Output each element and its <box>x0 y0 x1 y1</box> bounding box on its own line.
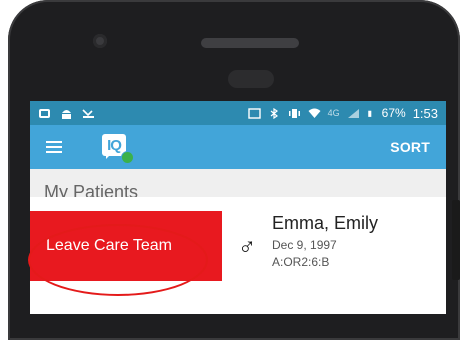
signal-icon <box>347 108 359 118</box>
patient-name: Emma, Emily <box>272 213 379 233</box>
notification-icon <box>39 108 50 118</box>
status-bar: 4G 67% 1:53 <box>30 101 446 125</box>
bluetooth-icon <box>270 107 278 119</box>
phone-screen: 4G 67% 1:53 IQ SORT My Patients Leave Ca… <box>30 101 446 314</box>
male-icon: ♂ <box>238 233 256 260</box>
battery-icon <box>367 110 371 117</box>
app-bar: IQ SORT <box>30 125 446 169</box>
proximity-sensor <box>228 70 274 88</box>
sort-button[interactable]: SORT <box>390 139 430 155</box>
app-logo: IQ <box>102 134 134 164</box>
battery-percent: 67% <box>381 106 406 120</box>
patient-list-item[interactable]: Leave Care Team ♂ Emma, Emily Dec 9, 199… <box>30 197 446 314</box>
clock: 1:53 <box>412 105 438 121</box>
android-icon <box>62 109 71 119</box>
patient-dob: Dec 9, 1997 <box>272 238 337 252</box>
vibrate-icon <box>288 108 300 118</box>
earpiece-speaker <box>201 38 299 48</box>
leave-care-team-button[interactable]: Leave Care Team <box>30 211 222 281</box>
menu-icon[interactable] <box>46 141 62 153</box>
online-status-dot <box>121 151 134 164</box>
wifi-icon <box>308 108 321 118</box>
front-camera <box>93 34 107 48</box>
cast-icon <box>247 107 261 119</box>
side-button <box>452 200 460 280</box>
logo-tail <box>106 154 111 159</box>
missed-call-icon <box>82 108 94 118</box>
network-type: 4G <box>327 108 340 118</box>
patient-location: A:OR2:6:B <box>272 255 330 269</box>
section-title: My Patients <box>30 169 446 202</box>
